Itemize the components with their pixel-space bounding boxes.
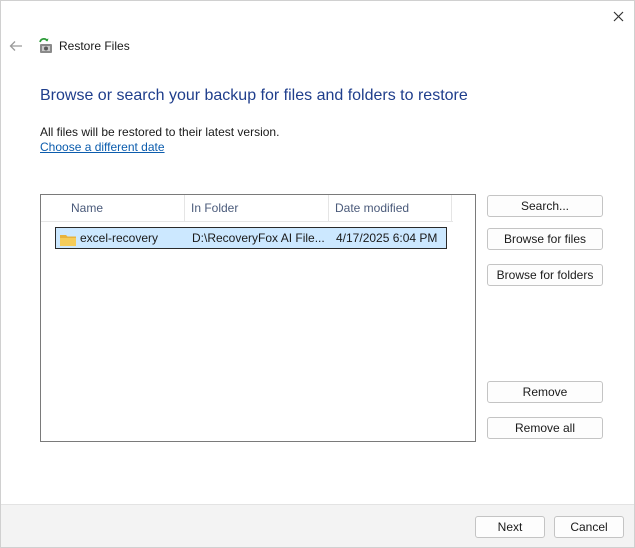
next-button[interactable]: Next [475, 516, 545, 538]
back-arrow-icon [9, 41, 22, 51]
browse-folders-button[interactable]: Browse for folders [487, 264, 603, 286]
restore-files-icon [39, 37, 52, 53]
page-heading: Browse or search your backup for files a… [40, 87, 468, 104]
window-title: Restore Files [59, 39, 130, 53]
restore-files-window: Restore Files Browse or search your back… [0, 0, 635, 548]
cancel-button[interactable]: Cancel [554, 516, 624, 538]
column-header-name[interactable]: Name [65, 195, 185, 221]
close-icon [613, 11, 623, 21]
choose-date-link[interactable]: Choose a different date [40, 140, 165, 154]
column-header-date-modified[interactable]: Date modified [329, 195, 452, 221]
restore-info-text: All files will be restored to their late… [40, 125, 280, 139]
remove-button[interactable]: Remove [487, 381, 603, 403]
column-header-in-folder[interactable]: In Folder [185, 195, 329, 221]
back-button[interactable] [7, 37, 25, 55]
file-name-cell: excel-recovery [80, 231, 159, 245]
file-date-cell: 4/17/2025 6:04 PM [336, 231, 438, 245]
close-button[interactable] [603, 5, 633, 27]
file-row[interactable]: excel-recovery D:\RecoveryFox AI File...… [55, 227, 447, 249]
remove-all-button[interactable]: Remove all [487, 417, 603, 439]
file-folder-cell: D:\RecoveryFox AI File... [192, 231, 325, 245]
folder-icon [60, 235, 76, 246]
list-header: Name In Folder Date modified [41, 195, 453, 222]
search-button[interactable]: Search... [487, 195, 603, 217]
file-list[interactable]: Name In Folder Date modified excel-recov… [40, 194, 476, 442]
browse-files-button[interactable]: Browse for files [487, 228, 603, 250]
